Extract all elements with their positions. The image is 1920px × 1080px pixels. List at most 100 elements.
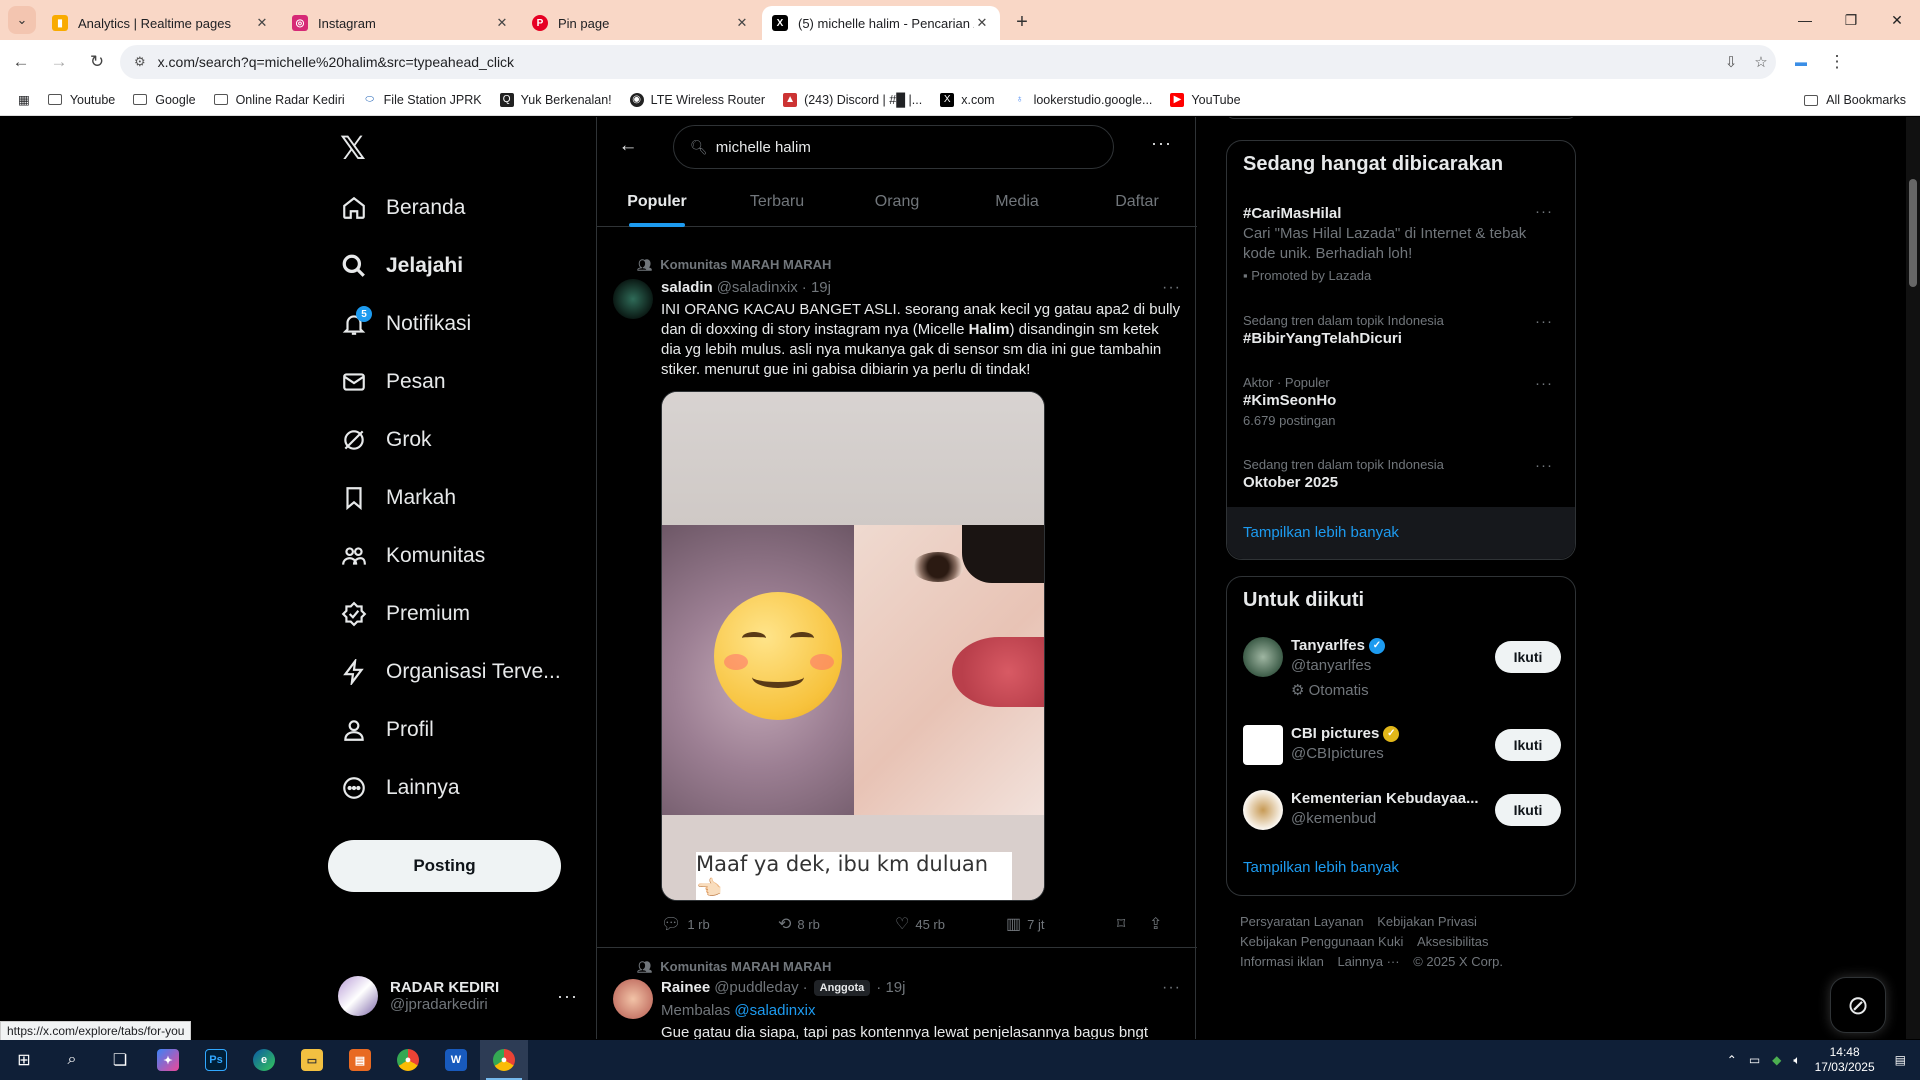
scrollbar-thumb[interactable]: [1909, 179, 1917, 287]
new-tab-button[interactable]: +: [1008, 8, 1036, 36]
follow-show-more-link[interactable]: Tampilkan lebih banyak: [1243, 859, 1399, 876]
nav-profile[interactable]: Profil: [340, 705, 434, 755]
tab-daftar[interactable]: Daftar: [1077, 177, 1197, 227]
follow-button[interactable]: Ikuti: [1495, 641, 1561, 673]
bookmark-yuk-berkenalan[interactable]: Q Yuk Berkenalan!: [499, 92, 612, 107]
views-button[interactable]: ▥ 7 jt: [1006, 914, 1117, 934]
footer-link[interactable]: Persyaratan Layanan: [1240, 912, 1364, 932]
page-scrollbar[interactable]: [1906, 117, 1920, 1039]
bookmark-youtube-folder[interactable]: Youtube: [47, 93, 115, 107]
bookmark-youtube[interactable]: ▶ YouTube: [1170, 92, 1241, 107]
avatar[interactable]: [1243, 637, 1283, 677]
grok-icon[interactable]: ⊘: [1830, 977, 1886, 1033]
trend-item[interactable]: Sedang tren dalam topik Indonesia Oktobe…: [1243, 457, 1561, 491]
tweet-time[interactable]: · 19j: [876, 979, 905, 996]
more-dots-icon[interactable]: ···: [1535, 313, 1553, 330]
photoshop-icon[interactable]: Ps: [192, 1040, 240, 1080]
nav-more[interactable]: Lainnya: [340, 763, 460, 813]
more-dots-icon[interactable]: ···: [1535, 375, 1553, 392]
nav-communities[interactable]: Komunitas: [340, 531, 485, 581]
close-tab-icon[interactable]: ✕: [734, 15, 750, 31]
browser-menu-icon[interactable]: ⋮: [1820, 45, 1854, 79]
bookmark-x[interactable]: Xx.com: [940, 92, 995, 107]
trend-item[interactable]: Aktor · Populer #KimSeonHo 6.679 posting…: [1243, 375, 1561, 428]
edge-icon[interactable]: e: [240, 1040, 288, 1080]
browser-tab-x-search[interactable]: X (5) michelle halim - Pencarian / ✕: [762, 6, 1000, 40]
all-bookmarks-button[interactable]: All Bookmarks: [1804, 84, 1906, 116]
tab-media[interactable]: Media: [957, 177, 1077, 227]
community-label[interactable]: 👥︎ Komunitas MARAH MARAH: [637, 257, 831, 272]
bookmark-lookerstudio[interactable]: ♁ lookerstudio.google...: [1013, 93, 1153, 107]
close-tab-icon[interactable]: ✕: [974, 15, 990, 31]
tweet-author-handle[interactable]: @puddleday: [714, 979, 798, 996]
community-label[interactable]: 👥︎ Komunitas MARAH MARAH: [637, 959, 831, 974]
site-info-icon[interactable]: ⚙: [134, 54, 146, 70]
nav-grok[interactable]: Grok: [340, 415, 432, 465]
close-tab-icon[interactable]: ✕: [494, 15, 510, 31]
nav-explore[interactable]: Jelajahi: [340, 241, 463, 291]
chrome-active-icon[interactable]: ●: [480, 1040, 528, 1080]
more-dots-icon[interactable]: ···: [1162, 979, 1181, 997]
footer-link[interactable]: Kebijakan Penggunaan Kuki: [1240, 932, 1403, 952]
nav-notifications[interactable]: 5 Notifikasi: [340, 299, 471, 349]
clock[interactable]: 14:48 17/03/2025: [1815, 1045, 1875, 1075]
avatar[interactable]: [1243, 725, 1283, 765]
follow-suggestion[interactable]: Kementerian Kebudayaa... @kemenbud Ikuti: [1243, 790, 1561, 840]
restore-icon[interactable]: ❐: [1828, 0, 1874, 40]
trend-item[interactable]: Sedang tren dalam topik Indonesia #Bibir…: [1243, 313, 1561, 347]
tab-search-button[interactable]: ⌄: [8, 6, 36, 34]
avatar[interactable]: [613, 979, 653, 1019]
back-arrow-icon[interactable]: ←: [611, 129, 645, 163]
copilot-icon[interactable]: ✦: [144, 1040, 192, 1080]
trend-item[interactable]: #CariMasHilal Cari "Mas Hilal Lazada" di…: [1243, 203, 1561, 283]
browser-tab-instagram[interactable]: ◎ Instagram ✕: [282, 6, 520, 40]
nav-bookmarks[interactable]: Markah: [340, 473, 456, 523]
chevron-up-icon[interactable]: ⌃: [1727, 1053, 1737, 1067]
avatar[interactable]: [1243, 790, 1283, 830]
like-button[interactable]: ♡ 45 rb: [895, 914, 1006, 934]
bookmark-file-station[interactable]: ⬭ File Station JPRK: [363, 93, 481, 107]
volume-icon[interactable]: 🔈︎: [1793, 1053, 1800, 1068]
x-logo-icon[interactable]: 𝕏: [340, 129, 366, 167]
tweet-author-handle[interactable]: @saladinxix: [717, 279, 798, 296]
search-input[interactable]: 🔍︎ michelle halim: [673, 125, 1114, 169]
url-field[interactable]: ⚙ x.com/search?q=michelle%20halim&src=ty…: [120, 45, 1776, 79]
nav-home[interactable]: Beranda: [340, 183, 465, 233]
install-app-icon[interactable]: ⇩: [1716, 53, 1746, 71]
trends-show-more-link[interactable]: Tampilkan lebih banyak: [1243, 524, 1399, 541]
more-dots-icon[interactable]: ···: [1151, 133, 1172, 154]
share-button[interactable]: ⇪: [1149, 914, 1168, 934]
windows-start-icon[interactable]: ⊞: [0, 1040, 48, 1080]
footer-link[interactable]: Kebijakan Privasi: [1377, 912, 1477, 932]
close-tab-icon[interactable]: ✕: [254, 15, 270, 31]
bookmark-lte-router[interactable]: ◉ LTE Wireless Router: [629, 92, 765, 107]
nav-premium[interactable]: Premium: [340, 589, 470, 639]
tab-populer[interactable]: Populer: [597, 177, 717, 227]
minimize-icon[interactable]: —: [1782, 0, 1828, 40]
browser-tab-analytics[interactable]: ▮ Analytics | Realtime pages ✕: [42, 6, 280, 40]
more-dots-icon[interactable]: ···: [1535, 203, 1553, 220]
post-button[interactable]: Posting: [328, 840, 561, 892]
follow-suggestion[interactable]: CBI pictures ✓ @CBIpictures Ikuti: [1243, 725, 1561, 775]
task-view-icon[interactable]: ❏: [96, 1040, 144, 1080]
notifications-icon[interactable]: ▤: [1895, 1053, 1906, 1067]
more-dots-icon[interactable]: ···: [1535, 457, 1553, 474]
apps-icon[interactable]: ▦: [18, 92, 30, 107]
bookmark-button[interactable]: ⌑: [1117, 914, 1149, 934]
search-icon[interactable]: ⌕: [48, 1040, 96, 1080]
network-icon[interactable]: ▭: [1749, 1053, 1760, 1067]
nav-verified-orgs[interactable]: Organisasi Terve...: [340, 647, 561, 697]
bookmark-radar-kediri[interactable]: Online Radar Kediri: [213, 93, 345, 107]
forward-icon[interactable]: →: [42, 45, 76, 79]
footer-link[interactable]: Aksesibilitas: [1417, 932, 1489, 952]
follow-suggestion[interactable]: Tanyarlfes ✓ @tanyarlfes ⚙ Otomatis Ikuti: [1243, 637, 1561, 707]
reload-icon[interactable]: ↻: [80, 45, 114, 79]
reply-to-link[interactable]: @saladinxix: [734, 1002, 815, 1019]
repost-button[interactable]: ⟲ 8 rb: [778, 914, 895, 934]
tweet-time[interactable]: · 19j: [802, 279, 831, 296]
account-switcher[interactable]: RADAR KEDIRI @jpradarkediri ···: [338, 969, 578, 1023]
close-window-icon[interactable]: ✕: [1874, 0, 1920, 40]
more-dots-icon[interactable]: ···: [1162, 279, 1181, 297]
tweet-author-name[interactable]: Rainee: [661, 979, 710, 996]
footer-link[interactable]: Lainnya ···: [1337, 952, 1399, 972]
